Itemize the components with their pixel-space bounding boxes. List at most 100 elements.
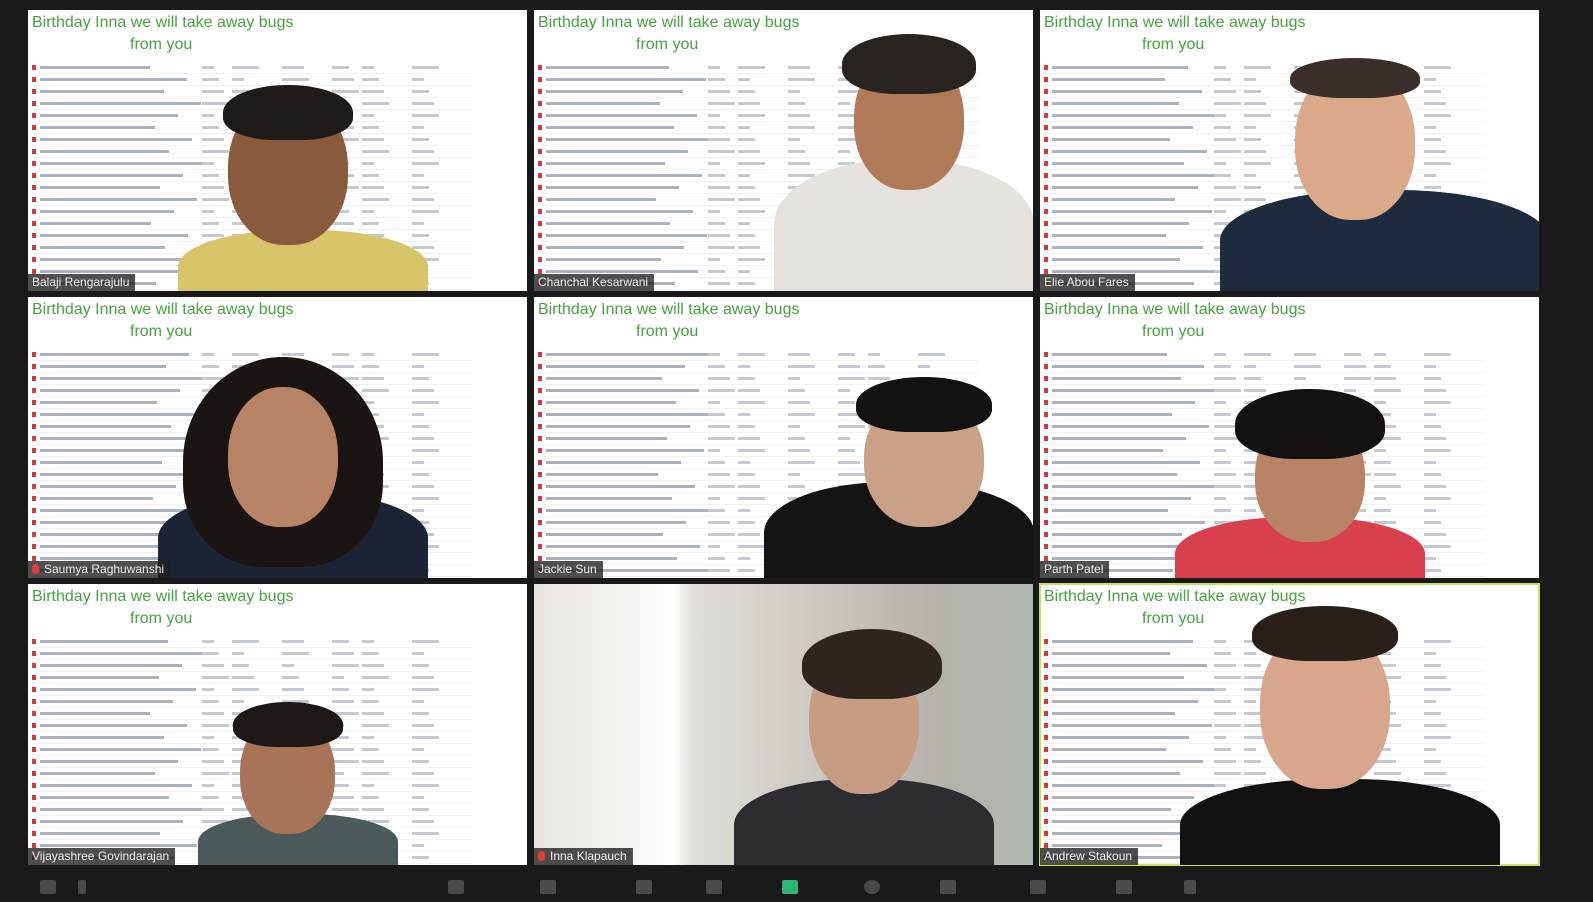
bug-marker (538, 508, 542, 513)
sheet-cell (1244, 772, 1266, 775)
sheet-cell (40, 246, 165, 249)
sheet-cell (1344, 353, 1361, 356)
share-screen-icon[interactable] (782, 880, 798, 894)
sheet-cell (1052, 676, 1184, 679)
sheet-row (538, 361, 978, 373)
sheet-cell (708, 449, 720, 452)
sheet-cell (40, 712, 150, 715)
sheet-cell (412, 186, 429, 189)
sheet-cell (412, 210, 439, 213)
sheet-cell (1374, 772, 1401, 775)
bug-marker (32, 257, 36, 262)
sheet-cell (232, 664, 249, 667)
bug-marker (32, 376, 36, 381)
record-icon[interactable] (864, 880, 880, 894)
sheet-cell (362, 126, 379, 129)
sheet-cell (1214, 652, 1231, 655)
sheet-cell (362, 700, 379, 703)
sheet-cell (362, 90, 384, 93)
sheet-cell (332, 808, 359, 811)
sheet-cell (1424, 114, 1451, 117)
sheet-cell (1244, 664, 1261, 667)
apps-icon[interactable] (1116, 880, 1132, 894)
bug-marker (32, 424, 36, 429)
sheet-cell (1244, 748, 1256, 751)
sheet-row (1044, 98, 1484, 110)
participant-tile-active-speaker[interactable]: Birthday Inna we will take away bugs from… (1039, 583, 1540, 866)
sheet-cell (412, 832, 439, 835)
sheet-cell (738, 210, 765, 213)
sheet-cell (546, 150, 688, 153)
participant-tile[interactable]: Birthday Inna we will take away bugs from… (28, 297, 527, 578)
sheet-cell (282, 664, 294, 667)
more-icon[interactable] (1184, 880, 1196, 894)
bug-marker (1044, 484, 1048, 489)
participant-tile[interactable]: Birthday Inna we will take away bugs from… (28, 584, 527, 865)
sheet-cell (40, 748, 201, 751)
sheet-cell (788, 66, 810, 69)
bug-marker (32, 544, 36, 549)
bug-marker (32, 209, 36, 214)
bug-marker (32, 412, 36, 417)
bug-marker (32, 723, 36, 728)
sheet-cell (40, 258, 202, 261)
sheet-cell (232, 676, 254, 679)
sheet-cell (1052, 174, 1221, 177)
sheet-cell (1214, 736, 1226, 739)
sheet-cell (708, 485, 735, 488)
participants-icon[interactable] (540, 880, 556, 894)
sheet-cell (40, 401, 157, 404)
sheet-cell (40, 437, 208, 440)
sheet-cell (40, 78, 187, 81)
sheet-cell (1052, 640, 1193, 643)
sheet-cell (412, 688, 439, 691)
sheet-cell (1052, 533, 1182, 536)
bug-marker (32, 436, 36, 441)
sheet-cell (838, 425, 865, 428)
sheet-cell (362, 150, 389, 153)
bug-marker (538, 137, 542, 142)
video-icon[interactable] (40, 880, 56, 894)
sheet-cell (708, 174, 725, 177)
sheet-cell (1214, 90, 1236, 93)
sheet-cell (738, 246, 760, 249)
bug-marker (1044, 101, 1048, 106)
sheet-cell (1294, 365, 1321, 368)
participant-name: Saumya Raghuwanshi (28, 561, 171, 578)
sheet-cell (1214, 700, 1231, 703)
sheet-cell (1214, 198, 1241, 201)
bug-marker (1044, 400, 1048, 405)
sheet-cell (868, 377, 890, 380)
participant-tile[interactable]: Inna Klapauch (534, 584, 1033, 865)
participant-tile[interactable]: Birthday Inna we will take away bugs from… (1040, 10, 1539, 291)
participant-tile[interactable]: Birthday Inna we will take away bugs from… (534, 297, 1033, 578)
sheet-cell (1374, 497, 1386, 500)
bug-marker (32, 675, 36, 680)
sheet-cell (708, 222, 725, 225)
sheet-cell (1244, 78, 1256, 81)
security-icon[interactable] (448, 880, 464, 894)
participant-tile[interactable]: Birthday Inna we will take away bugs from… (28, 10, 527, 291)
polls-icon[interactable] (636, 880, 652, 894)
bug-marker (1044, 520, 1048, 525)
sheet-cell (1424, 652, 1436, 655)
sheet-cell (1052, 844, 1162, 847)
sheet-cell (708, 210, 720, 213)
sheet-cell (546, 545, 700, 548)
sheet-cell (1214, 425, 1236, 428)
sheet-cell (1424, 545, 1451, 548)
participant-tile[interactable]: Birthday Inna we will take away bugs from… (534, 10, 1033, 291)
sheet-cell (332, 700, 354, 703)
sheet-cell (1214, 102, 1241, 105)
chevron-up-icon[interactable] (78, 880, 86, 894)
sheet-cell (332, 760, 359, 763)
sheet-cell (738, 222, 750, 225)
reactions-icon[interactable] (1030, 880, 1046, 894)
sheet-cell (1214, 640, 1226, 643)
cc-icon[interactable] (940, 880, 956, 894)
sheet-cell (1052, 724, 1212, 727)
sheet-cell (1424, 102, 1446, 105)
participant-tile[interactable]: Birthday Inna we will take away bugs from… (1040, 297, 1539, 578)
chat-icon[interactable] (706, 880, 722, 894)
sheet-cell (232, 66, 259, 69)
